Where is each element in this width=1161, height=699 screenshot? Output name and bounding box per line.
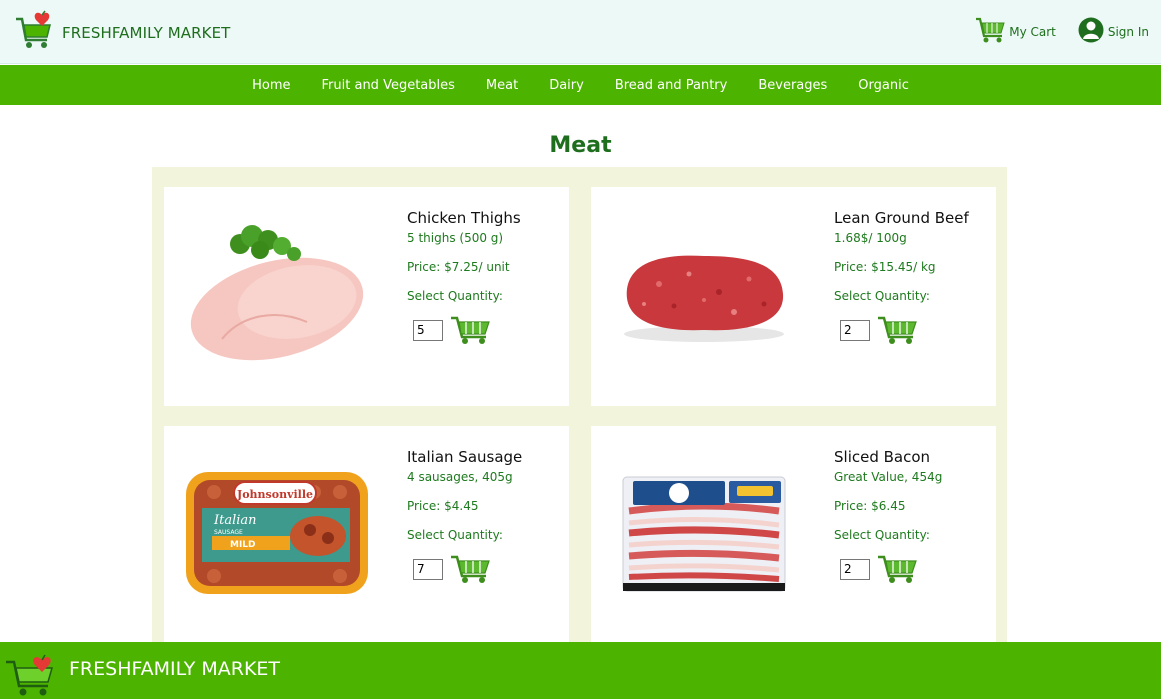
shopping-cart-icon <box>878 316 917 344</box>
product-name: Italian Sausage <box>407 448 523 466</box>
nav-item-organic[interactable]: Organic <box>858 78 909 93</box>
package-type: SAUSAGE <box>214 529 243 536</box>
chicken-thighs-image[interactable] <box>182 209 372 379</box>
product-name: Chicken Thighs <box>407 209 521 227</box>
nav-item-beverages[interactable]: Beverages <box>758 78 827 93</box>
product-description: 4 sausages, 405g <box>407 470 513 484</box>
sign-in-label: Sign In <box>1107 24 1149 39</box>
footer-brand: FRESHFAMILY MARKET <box>69 658 281 680</box>
shopping-cart-icon <box>451 555 490 583</box>
cart-logo-icon <box>4 654 56 699</box>
cart-logo-icon <box>14 10 54 56</box>
brand[interactable]: FRESHFAMILY MARKET <box>14 10 230 56</box>
product-card: Lean Ground Beef 1.68$/ 100g Price: $15.… <box>591 187 996 406</box>
product-name: Lean Ground Beef <box>834 209 969 227</box>
product-grid: Chicken Thighs 5 thighs (500 g) Price: $… <box>152 167 1007 642</box>
product-price: Price: $6.45 <box>834 499 906 513</box>
main-nav: Home Fruit and Vegetables Meat Dairy Bre… <box>0 65 1161 105</box>
italian-sausage-image[interactable]: Johnsonville Italian SAUSAGE MILD <box>182 448 372 618</box>
my-cart-label: My Cart <box>1009 24 1056 39</box>
nav-item-bread-pantry[interactable]: Bread and Pantry <box>615 78 728 93</box>
quantity-label: Select Quantity: <box>407 528 503 542</box>
quantity-input[interactable] <box>413 558 443 580</box>
lean-ground-beef-image[interactable] <box>609 209 799 379</box>
nav-item-meat[interactable]: Meat <box>486 78 518 93</box>
user-avatar-icon <box>1078 16 1104 47</box>
quantity-input[interactable] <box>840 558 870 580</box>
sign-in-link[interactable]: Sign In <box>1078 16 1149 47</box>
quantity-label: Select Quantity: <box>834 289 930 303</box>
product-card: Johnsonville Italian SAUSAGE MILD Italia… <box>164 426 569 642</box>
nav-item-fruit-vegetables[interactable]: Fruit and Vegetables <box>322 78 455 93</box>
nav-item-home[interactable]: Home <box>252 78 290 93</box>
product-name: Sliced Bacon <box>834 448 931 466</box>
sliced-bacon-image[interactable] <box>609 448 799 618</box>
add-to-cart-button[interactable] <box>450 315 490 345</box>
quantity-input[interactable] <box>840 319 870 341</box>
package-variety: MILD <box>230 540 256 550</box>
quantity-input[interactable] <box>413 319 443 341</box>
add-to-cart-button[interactable] <box>877 315 917 345</box>
product-description: Great Value, 454g <box>834 470 943 484</box>
shopping-cart-icon <box>975 16 1005 47</box>
brand-name: FRESHFAMILY MARKET <box>62 24 231 42</box>
nav-item-dairy[interactable]: Dairy <box>549 78 584 93</box>
package-brand: Johnsonville <box>236 488 313 501</box>
product-price: Price: $4.45 <box>407 499 479 513</box>
product-price: Price: $15.45/ kg <box>834 260 936 274</box>
shopping-cart-icon <box>878 555 917 583</box>
shopping-cart-icon <box>451 316 490 344</box>
product-price: Price: $7.25/ unit <box>407 260 510 274</box>
footer: FRESHFAMILY MARKET <box>0 642 1161 699</box>
add-to-cart-button[interactable] <box>450 554 490 584</box>
quantity-label: Select Quantity: <box>407 289 503 303</box>
quantity-label: Select Quantity: <box>834 528 930 542</box>
product-card: Chicken Thighs 5 thighs (500 g) Price: $… <box>164 187 569 406</box>
top-header: FRESHFAMILY MARKET My Cart Sign In <box>0 0 1161 64</box>
page-title: Meat <box>549 133 612 158</box>
my-cart-link[interactable]: My Cart <box>975 16 1056 47</box>
add-to-cart-button[interactable] <box>877 554 917 584</box>
package-flavor: Italian <box>213 513 257 528</box>
product-card: Sliced Bacon Great Value, 454g Price: $6… <box>591 426 996 642</box>
product-description: 5 thighs (500 g) <box>407 231 504 245</box>
product-description: 1.68$/ 100g <box>834 231 907 245</box>
